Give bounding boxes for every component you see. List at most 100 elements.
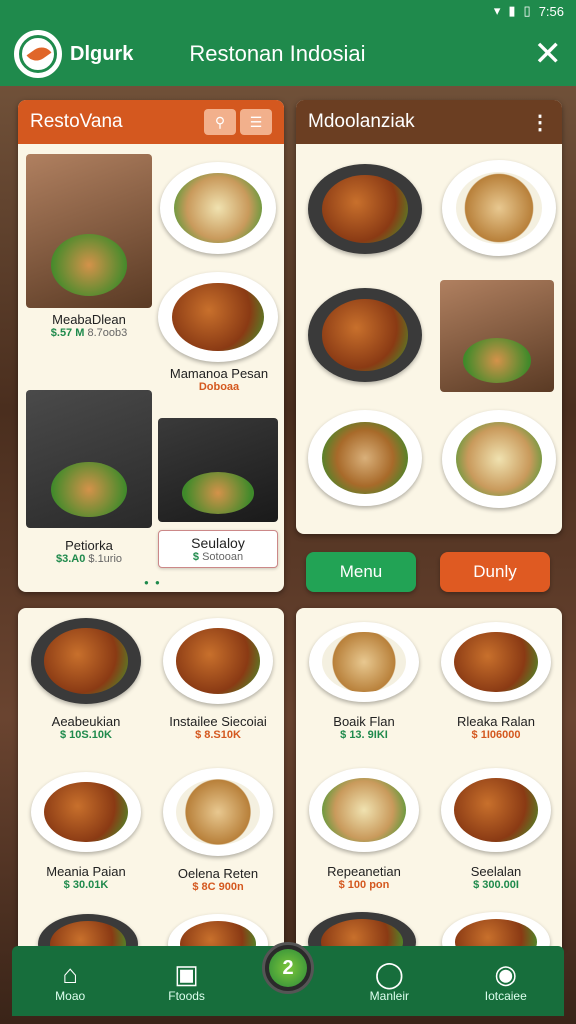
leaf-icon <box>19 35 57 73</box>
item-name: Meania Paian <box>46 864 126 879</box>
dunly-button[interactable]: Dunly <box>440 552 550 592</box>
food-image <box>309 622 419 702</box>
box-icon: ▣ <box>174 959 199 989</box>
status-bar: ▾ ▮ ▯ 7:56 <box>0 0 576 22</box>
item-price: $ 300.00I <box>473 879 519 891</box>
nav-label: Manleir <box>369 989 410 1003</box>
nav-label: Ftoods <box>168 989 205 1003</box>
food-image[interactable] <box>442 160 556 256</box>
food-image <box>441 622 551 702</box>
food-image <box>309 768 419 852</box>
item-price: $ 8C 900n <box>192 881 244 893</box>
food-grid-right: Boaik Flan $ 13. 9IKI Rleaka Ralan $ 1I0… <box>296 608 562 948</box>
panel-title: RestoVana <box>30 111 123 132</box>
selected-item[interactable]: Seulaloy $ Sotooan <box>158 530 278 568</box>
app-logo[interactable] <box>14 30 62 78</box>
page-indicator[interactable]: ● ● <box>144 578 162 587</box>
signal-icon: ▮ <box>508 3 516 18</box>
nav-foods[interactable]: ▣ Ftoods <box>142 959 232 1003</box>
item-name: Oelena Reten <box>177 866 259 881</box>
menu-item[interactable] <box>160 162 276 254</box>
fab-label: 2 <box>269 949 307 987</box>
chef-photo <box>26 154 152 308</box>
item-name: Boaik Flan <box>333 714 395 729</box>
panel-title: Mdoolanziak <box>308 111 415 132</box>
mdoolanziak-panel: Mdoolanziak ⋮ <box>296 100 562 534</box>
item-price: $3.A0 $.1urio <box>55 553 123 565</box>
restovana-panel: RestoVana ⚲ ☰ MeabaDlean $.57 M 8.7oob3 … <box>18 100 284 592</box>
battery-icon: ▯ <box>523 3 531 18</box>
food-image[interactable] <box>442 410 556 508</box>
food-image <box>441 768 551 852</box>
center-action-button[interactable]: 2 <box>262 942 314 994</box>
item-name: Seulaloy <box>191 535 245 551</box>
item-price: Doboaa <box>198 381 240 393</box>
menu-item[interactable]: Instailee Siecoiai $ 8.S10K <box>158 618 278 741</box>
item-price: $ 8.S10K <box>195 729 241 741</box>
menu-item[interactable]: Aeabeukian $ 10S.10K <box>28 618 144 741</box>
mdoolanziak-header: Mdoolanziak ⋮ <box>296 100 562 144</box>
more-icon[interactable]: ⋮ <box>530 110 550 135</box>
food-image[interactable] <box>308 288 422 382</box>
food-image <box>158 418 278 522</box>
profile-icon: ◉ <box>494 959 518 989</box>
item-name: Aeabeukian <box>51 714 121 729</box>
status-time: 7:56 <box>538 3 564 19</box>
search-icon[interactable]: ⚲ <box>204 109 236 135</box>
food-image <box>160 162 276 254</box>
item-name: Instailee Siecoiai <box>169 714 267 729</box>
item-name: MeabaDlean <box>52 312 126 327</box>
app-bar: Dlgurk Restonan Indosiai ✕ <box>0 22 576 86</box>
page-title: Restonan Indosiai <box>189 41 366 66</box>
item-price: $ 100 pon <box>338 879 390 891</box>
menu-item[interactable]: Petiorka $3.A0 $.1urio <box>26 390 152 565</box>
chat-icon: ◯ <box>374 959 404 989</box>
menu-item[interactable]: Mamanoa Pesan Doboaa <box>158 272 280 393</box>
item-price: $ 1I06000 <box>471 729 521 741</box>
item-name: Petiorka <box>65 538 113 553</box>
menu-button[interactable]: Menu <box>306 552 416 592</box>
food-image[interactable] <box>308 912 416 948</box>
menu-item[interactable]: Seulaloy $ Sotooan <box>158 418 278 568</box>
wifi-icon: ▾ <box>493 3 501 18</box>
menu-item[interactable]: Seelalan $ 300.00I <box>436 768 556 891</box>
menu-item[interactable]: Meania Paian $ 30.01K <box>28 772 144 891</box>
item-price: $.57 M 8.7oob3 <box>50 327 128 339</box>
food-image <box>31 618 141 704</box>
filter-icon[interactable]: ☰ <box>240 109 272 135</box>
nav-label: Iotcaiee <box>484 989 527 1003</box>
menu-item[interactable]: Repeanetian $ 100 pon <box>306 768 422 891</box>
food-image[interactable] <box>442 912 550 948</box>
close-icon[interactable]: ✕ <box>534 37 563 71</box>
food-image[interactable] <box>440 280 554 392</box>
food-image[interactable] <box>308 410 422 506</box>
item-price: $ 13. 9IKI <box>340 729 388 741</box>
nav-market[interactable]: ◯ Manleir <box>344 959 434 1003</box>
menu-item[interactable]: Rleaka Ralan $ 1I06000 <box>436 622 556 741</box>
nav-label: Moao <box>55 989 86 1003</box>
item-name: Seelalan <box>470 864 522 879</box>
food-image[interactable] <box>308 164 422 254</box>
food-image <box>163 618 273 704</box>
food-image <box>163 768 273 856</box>
restovana-header: RestoVana ⚲ ☰ <box>18 100 284 144</box>
item-name: Repeanetian <box>327 864 401 879</box>
food-image <box>26 390 152 528</box>
menu-item[interactable]: MeabaDlean $.57 M 8.7oob3 <box>26 154 152 339</box>
item-price: $ Sotooan <box>192 551 244 563</box>
item-price: $ 10S.10K <box>60 729 112 741</box>
food-image[interactable] <box>168 914 268 948</box>
nav-home[interactable]: ⌂ Moao <box>25 959 115 1003</box>
item-name: Mamanoa Pesan <box>169 366 269 381</box>
food-image <box>31 772 141 852</box>
menu-item[interactable]: Boaik Flan $ 13. 9IKI <box>306 622 422 741</box>
home-icon: ⌂ <box>62 959 79 989</box>
item-price: $ 30.01K <box>63 879 109 891</box>
nav-profile[interactable]: ◉ Iotcaiee <box>461 959 551 1003</box>
item-name: Rleaka Ralan <box>456 714 536 729</box>
food-grid-left: Aeabeukian $ 10S.10K Instailee Siecoiai … <box>18 608 284 948</box>
food-image <box>158 272 278 362</box>
menu-item[interactable]: Oelena Reten $ 8C 900n <box>158 768 278 893</box>
brand-name: Dlgurk <box>70 42 134 65</box>
food-image[interactable] <box>38 914 138 948</box>
